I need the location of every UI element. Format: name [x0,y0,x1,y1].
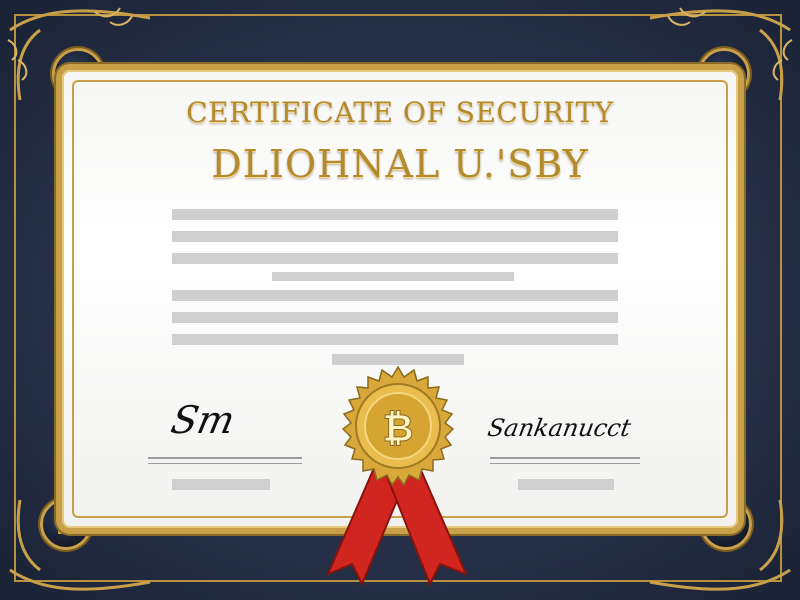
body-text-placeholder [172,231,618,242]
body-text-placeholder [332,354,464,365]
body-text-placeholder [272,272,514,281]
bitcoin-symbol: ₿ [383,406,414,450]
right-signature-line [490,457,640,459]
left-signature: Sm [160,392,310,458]
bitcoin-seal-icon: ₿ [341,365,455,487]
certificate-title: CERTIFICATE OF SECURITY [186,96,614,129]
right-signature-line [490,463,640,464]
recipient-name: DLIOHNAL U.'SBY [211,142,589,186]
body-text-placeholder [172,253,618,264]
right-signer-placeholder [518,479,614,490]
body-text-placeholder [172,209,618,220]
body-text-placeholder [172,290,618,301]
left-signature-line [148,457,302,459]
left-signature-text: Sm [167,398,239,442]
body-text-placeholder [172,312,618,323]
left-signer-placeholder [172,479,270,490]
right-signature-text: Sankanucct [485,414,633,442]
right-signature: Sankanucct [485,408,688,458]
left-signature-line [148,463,302,464]
body-text-placeholder [172,334,618,345]
